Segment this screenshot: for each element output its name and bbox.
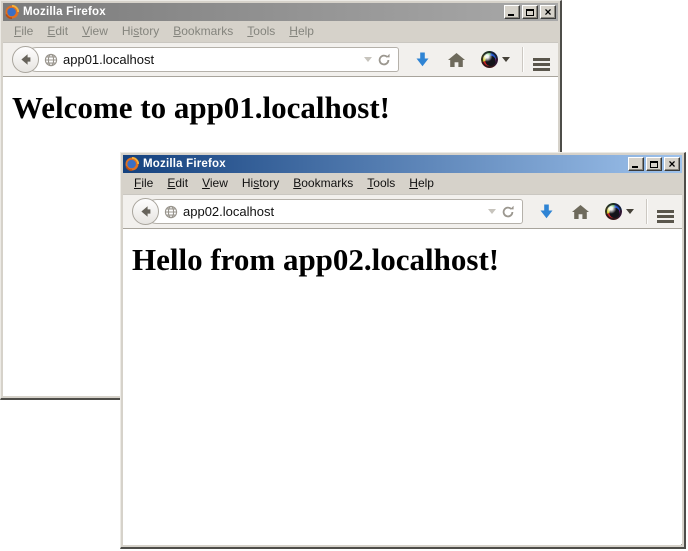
addon-dropdown-icon [502, 57, 510, 62]
maximize-icon [650, 161, 658, 168]
firefox-logo-icon [5, 5, 19, 19]
menu-file[interactable]: File [127, 173, 160, 194]
addon-button[interactable] [481, 51, 510, 68]
page-heading: Hello from app02.localhost! [132, 242, 682, 278]
download-button[interactable] [538, 203, 555, 220]
home-icon [447, 52, 466, 68]
globe-icon[interactable] [164, 205, 178, 219]
titlebar[interactable]: Mozilla Firefox × [123, 155, 682, 173]
globe-icon[interactable] [44, 53, 58, 67]
minimize-button[interactable] [628, 157, 644, 171]
menu-label-text: V [202, 176, 210, 190]
home-button[interactable] [447, 52, 466, 68]
url-bar[interactable] [24, 47, 399, 72]
menu-label-text: ools [373, 176, 395, 190]
titlebar[interactable]: Mozilla Firefox × [3, 3, 558, 21]
url-bar[interactable] [144, 199, 523, 224]
reload-button[interactable] [377, 53, 391, 67]
url-input[interactable] [63, 51, 359, 69]
menu-label-text: H [289, 24, 298, 38]
menu-tools[interactable]: Tools [360, 173, 402, 194]
navigation-toolbar [3, 42, 558, 77]
window-controls: × [628, 157, 680, 171]
window-title: Mozilla Firefox [23, 6, 500, 18]
reload-button[interactable] [501, 205, 515, 219]
addon-icon [605, 203, 622, 220]
urlbar-dropdown-icon[interactable] [364, 57, 372, 62]
menu-label-text: ools [253, 24, 275, 38]
menu-label-text: elp [298, 24, 314, 38]
menu-label-text: iew [90, 24, 108, 38]
menu-bar: File Edit View History Bookmarks Tools H… [123, 173, 682, 194]
menu-label-text: tory [139, 24, 159, 38]
menu-view[interactable]: View [75, 21, 115, 42]
minimize-button[interactable] [504, 5, 520, 19]
menu-label-text: iew [210, 176, 228, 190]
window-title: Mozilla Firefox [143, 158, 624, 170]
back-arrow-icon [138, 204, 153, 219]
menu-history[interactable]: History [235, 173, 286, 194]
url-input[interactable] [183, 203, 483, 221]
download-icon [538, 203, 555, 220]
home-icon [571, 204, 590, 220]
menu-edit[interactable]: Edit [160, 173, 195, 194]
close-button[interactable]: × [540, 5, 556, 19]
menu-history[interactable]: History [115, 21, 166, 42]
menu-edit[interactable]: Edit [40, 21, 75, 42]
maximize-icon [526, 9, 534, 16]
toolbar-separator [522, 47, 523, 72]
toolbar-separator [646, 199, 647, 224]
menu-bar: File Edit View History Bookmarks Tools H… [3, 21, 558, 42]
menu-help[interactable]: Help [402, 173, 441, 194]
firefox-logo-icon [125, 157, 139, 171]
minimize-icon [632, 166, 638, 168]
menu-button[interactable] [533, 53, 550, 66]
close-icon: × [668, 159, 675, 169]
menu-file[interactable]: File [7, 21, 40, 42]
navigation-toolbar [123, 194, 682, 229]
menu-label-text: H [409, 176, 418, 190]
urlbar-dropdown-icon[interactable] [488, 209, 496, 214]
menu-label-text: ookmarks [181, 24, 233, 38]
menu-label-text: ile [141, 176, 153, 190]
download-button[interactable] [414, 51, 431, 68]
window-controls: × [504, 5, 556, 19]
menu-label-text: elp [418, 176, 434, 190]
menu-view[interactable]: View [195, 173, 235, 194]
menu-label-text: Hi [242, 176, 253, 190]
browser-window-app02: Mozilla Firefox × File Edit View History… [120, 152, 686, 549]
page-heading: Welcome to app01.localhost! [12, 90, 558, 126]
menu-label-text: dit [175, 176, 188, 190]
menu-tools[interactable]: Tools [240, 21, 282, 42]
back-arrow-icon [18, 52, 33, 67]
page-content: Hello from app02.localhost! [123, 229, 682, 545]
menu-bookmarks[interactable]: Bookmarks [166, 21, 240, 42]
menu-button[interactable] [657, 205, 674, 218]
minimize-icon [508, 14, 514, 16]
maximize-button[interactable] [646, 157, 662, 171]
reload-icon [501, 205, 515, 219]
menu-label-text: Hi [122, 24, 133, 38]
menu-label-text: ile [21, 24, 33, 38]
resize-grip[interactable] [676, 539, 678, 541]
hamburger-icon [533, 58, 550, 61]
addon-button[interactable] [605, 203, 634, 220]
hamburger-icon [657, 210, 674, 213]
download-icon [414, 51, 431, 68]
addon-icon [481, 51, 498, 68]
addon-dropdown-icon [626, 209, 634, 214]
menu-bookmarks[interactable]: Bookmarks [286, 173, 360, 194]
menu-label-text: tory [259, 176, 279, 190]
maximize-button[interactable] [522, 5, 538, 19]
back-button[interactable] [132, 198, 159, 225]
close-icon: × [544, 7, 551, 17]
menu-label-text: V [82, 24, 90, 38]
reload-icon [377, 53, 391, 67]
close-button[interactable]: × [664, 157, 680, 171]
menu-help[interactable]: Help [282, 21, 321, 42]
home-button[interactable] [571, 204, 590, 220]
back-button[interactable] [12, 46, 39, 73]
menu-label-text: ookmarks [301, 176, 353, 190]
menu-label-text: dit [55, 24, 68, 38]
